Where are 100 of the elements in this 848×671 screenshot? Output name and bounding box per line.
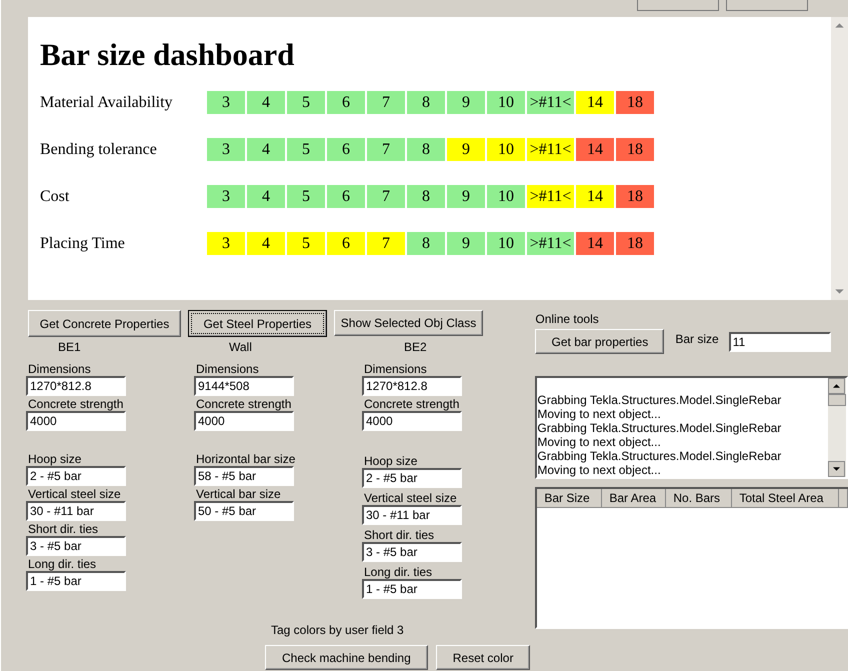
bar-size-cell: 6 [327, 185, 365, 208]
input-field[interactable]: 4000 [194, 411, 294, 431]
input-field[interactable]: 30 - #11 bar [362, 505, 462, 525]
bar-size-cell: 3 [207, 232, 245, 255]
bar-size-cell: 4 [247, 91, 285, 114]
bar-size-cell: 3 [207, 185, 245, 208]
bar-size-cell: 18 [616, 185, 654, 208]
log-line: Grabbing Tekla.Structures.Model.SingleRebar [537, 449, 782, 463]
bar-size-cell: 3 [207, 138, 245, 161]
scrollbar[interactable] [828, 378, 846, 477]
bar-size-cell: 5 [287, 91, 325, 114]
input-field[interactable]: 3 - #5 bar [26, 536, 126, 556]
criteria-label: Placing Time [40, 234, 126, 252]
field-label: Horizontal bar size [196, 453, 296, 466]
action-button[interactable]: Reset color [436, 645, 530, 670]
bar-size-cell: 18 [616, 138, 654, 161]
field-label: Hoop size [364, 455, 418, 468]
criteria-label: Bending tolerance [40, 140, 158, 158]
bar-size-cell: 10 [487, 91, 525, 114]
input-field[interactable]: 1 - #5 bar [26, 571, 126, 591]
bar-size-cell: 7 [367, 91, 405, 114]
scroll-down-icon[interactable] [828, 461, 845, 477]
log-line: Moving to next object... [537, 463, 662, 477]
field-label: Dimensions [196, 363, 259, 376]
field-label: Dimensions [364, 363, 427, 376]
bar-size-cell: 18 [616, 91, 654, 114]
bar-size-cell: 5 [287, 138, 325, 161]
bar-size-field[interactable]: 11 [728, 332, 831, 352]
bar-size-cell: 6 [327, 91, 365, 114]
bar-size-cell: >#11< [527, 185, 574, 208]
section-label: Online tools [535, 312, 600, 326]
toolbar-button[interactable] [637, 0, 719, 11]
bar-size-cell: 10 [487, 185, 525, 208]
column-header[interactable]: No. Bars [666, 489, 732, 508]
input-field[interactable]: 1270*812.8 [362, 376, 462, 396]
bar-size-cell: 18 [616, 232, 654, 255]
field-label: Short dir. ties [28, 523, 98, 536]
bar-size-cell: 9 [447, 232, 485, 255]
bar-size-cell: 8 [407, 185, 445, 208]
bar-size-cell: 7 [367, 232, 405, 255]
bar-size-cell: 8 [407, 91, 445, 114]
criteria-label: Material Availability [40, 94, 174, 112]
action-button[interactable]: Get Concrete Properties [28, 310, 181, 337]
input-field[interactable]: 2 - #5 bar [26, 466, 126, 486]
bar-size-cell: 14 [576, 91, 614, 114]
tag-colors-label: Tag colors by user field 3 [271, 623, 404, 637]
field-label: Long dir. ties [364, 566, 432, 579]
bar-size-cell: 14 [576, 232, 614, 255]
input-field[interactable]: 30 - #11 bar [26, 501, 126, 521]
input-field[interactable]: 4000 [26, 411, 126, 431]
bar-size-cell: 10 [487, 138, 525, 161]
input-field[interactable]: 50 - #5 bar [194, 501, 294, 521]
bar-size-cell: 10 [487, 232, 525, 255]
column-header[interactable]: Total Steel Area [732, 489, 840, 508]
column-heading: BE2 [404, 340, 428, 354]
bar-size-cell: 14 [576, 185, 614, 208]
field-label: Short dir. ties [364, 529, 434, 542]
field-label: Vertical bar size [196, 488, 281, 501]
bar-size-cell: 4 [247, 185, 285, 208]
bar-size-cell: 6 [327, 138, 365, 161]
bar-size-cell: >#11< [527, 91, 574, 114]
input-field[interactable]: 4000 [362, 411, 462, 431]
column-heading: BE1 [58, 340, 82, 354]
input-field[interactable]: 9144*508 [194, 376, 294, 396]
bar-size-cell: 3 [207, 91, 245, 114]
bar-size-cell: 8 [407, 138, 445, 161]
bar-size-cell: 7 [367, 138, 405, 161]
field-label: Concrete strength [364, 398, 460, 411]
bar-size-cell: >#11< [527, 232, 574, 255]
scroll-thumb[interactable] [828, 394, 846, 406]
input-field[interactable]: 2 - #5 bar [362, 468, 462, 488]
field-label: Hoop size [28, 453, 82, 466]
input-field[interactable]: 1270*812.8 [26, 376, 126, 396]
field-label: Concrete strength [28, 398, 124, 411]
field-label: Vertical steel size [364, 492, 457, 505]
column-header[interactable] [839, 489, 848, 508]
bar-size-cell: 14 [576, 138, 614, 161]
action-button[interactable]: Check machine bending [265, 645, 428, 670]
field-label: Long dir. ties [28, 558, 96, 571]
input-field[interactable]: 1 - #5 bar [362, 579, 462, 599]
field-label: Bar size [675, 332, 719, 346]
field-label: Dimensions [28, 363, 91, 376]
column-header[interactable]: Bar Size [537, 489, 602, 508]
log-line: Moving to next object... [537, 435, 662, 449]
bar-size-cell: >#11< [527, 138, 574, 161]
column-header[interactable]: Bar Area [602, 489, 666, 508]
action-button[interactable]: Show Selected Obj Class [334, 310, 483, 336]
toolbar-button[interactable] [726, 0, 808, 11]
log-line: Moving to next object... [537, 407, 662, 421]
input-field[interactable]: 3 - #5 bar [362, 542, 462, 562]
bar-size-cell: 9 [447, 185, 485, 208]
input-field[interactable]: 58 - #5 bar [194, 466, 294, 486]
dashboard-title: Bar size dashboard [40, 36, 296, 74]
get-bar-properties-button[interactable]: Get bar properties [535, 329, 664, 354]
bar-size-cell: 9 [447, 138, 485, 161]
criteria-label: Cost [40, 188, 70, 206]
column-heading: Wall [229, 340, 253, 354]
bar-size-cell: 7 [367, 185, 405, 208]
scroll-up-icon[interactable] [828, 378, 845, 394]
action-button[interactable]: Get Steel Properties [188, 310, 327, 337]
